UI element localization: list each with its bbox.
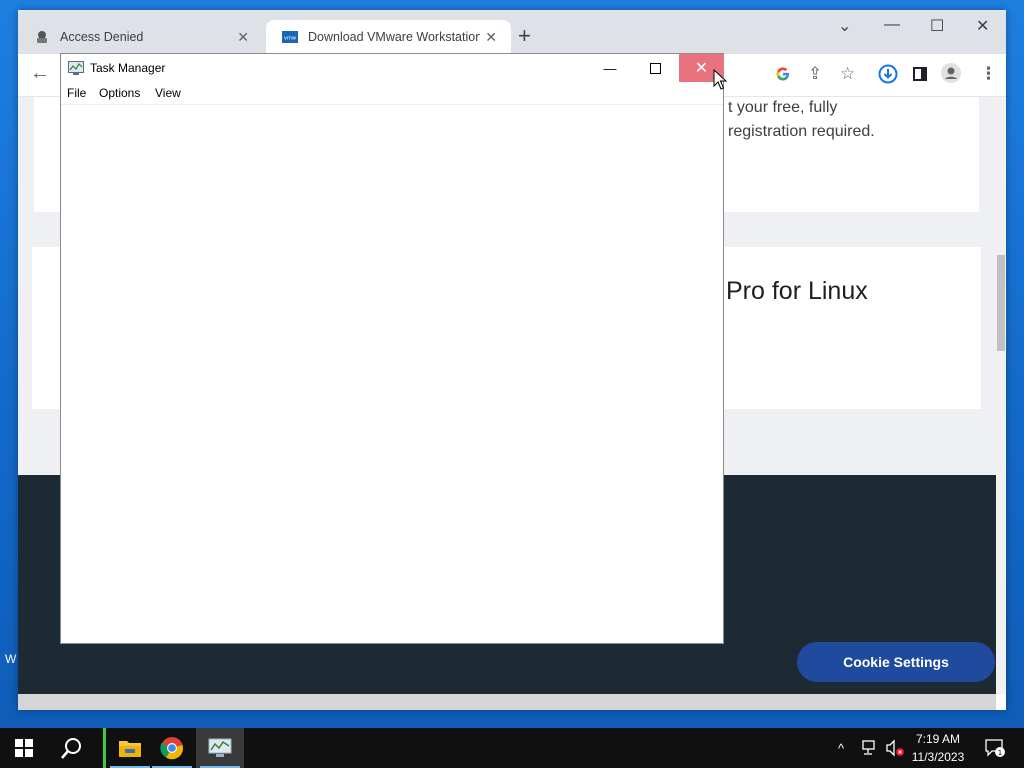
time-text: 7:19 AM bbox=[915, 732, 961, 746]
maximize-icon[interactable]: ☐ bbox=[930, 16, 944, 36]
product-title: Pro for Linux bbox=[726, 277, 868, 305]
chevron-down-icon[interactable]: ⌄ bbox=[838, 16, 851, 36]
tab-access-denied[interactable]: Access Denied ✕ bbox=[18, 20, 263, 54]
mouse-cursor-icon bbox=[713, 69, 727, 90]
chrome-button[interactable] bbox=[148, 728, 196, 768]
tab-close-icon[interactable]: ✕ bbox=[237, 29, 249, 46]
task-manager-icon bbox=[68, 61, 84, 75]
menu-file[interactable]: File bbox=[67, 86, 86, 100]
back-icon[interactable]: ← bbox=[30, 62, 50, 85]
plus-icon[interactable]: + bbox=[518, 23, 531, 49]
share-icon[interactable]: ⇪ bbox=[808, 64, 822, 84]
file-explorer-icon bbox=[119, 741, 141, 757]
volume-muted-icon[interactable] bbox=[885, 739, 905, 757]
search-icon bbox=[61, 738, 81, 759]
task-manager-icon bbox=[208, 738, 232, 757]
tab-close-icon[interactable]: ✕ bbox=[485, 29, 497, 46]
cookie-settings-button[interactable]: Cookie Settings bbox=[797, 642, 995, 682]
page-icon bbox=[37, 31, 47, 43]
window-title: Task Manager bbox=[90, 61, 166, 75]
tab-title: Download VMware Workstation P bbox=[308, 30, 480, 44]
svg-text:vmw: vmw bbox=[284, 36, 296, 42]
vmware-icon: vmw bbox=[282, 31, 298, 43]
profile-icon[interactable] bbox=[941, 63, 961, 83]
maximize-icon[interactable] bbox=[638, 54, 672, 82]
close-icon[interactable]: ✕ bbox=[976, 16, 989, 36]
tab-strip: Access Denied ✕ vmw Download VMware Work… bbox=[18, 10, 1006, 54]
notification-center[interactable]: 1 bbox=[982, 728, 1008, 768]
file-explorer-button[interactable] bbox=[106, 728, 154, 768]
network-icon[interactable] bbox=[862, 740, 880, 756]
show-hidden-icons[interactable]: ^ bbox=[838, 728, 844, 768]
tab-title: Access Denied bbox=[60, 30, 144, 44]
start-icon bbox=[15, 739, 33, 757]
menu-bar: File Options View bbox=[61, 82, 723, 105]
google-icon[interactable] bbox=[775, 66, 791, 82]
notification-icon: 1 bbox=[985, 739, 1005, 757]
card-text-line: t your free, fully bbox=[728, 99, 838, 116]
download-icon[interactable] bbox=[878, 64, 898, 84]
desktop-label: W bbox=[5, 652, 17, 666]
scrollbar-thumb[interactable] bbox=[997, 255, 1005, 351]
tab-vmware-download[interactable]: vmw Download VMware Workstation P ✕ bbox=[266, 20, 511, 54]
task-manager-window: Task Manager — ✕ File Options View bbox=[60, 53, 724, 644]
star-icon[interactable]: ☆ bbox=[840, 64, 855, 84]
title-bar[interactable]: Task Manager — ✕ bbox=[61, 54, 724, 82]
menu-icon[interactable]: ⋮ bbox=[980, 64, 997, 84]
search-button[interactable] bbox=[48, 728, 96, 768]
clock[interactable]: 7:19 AM 11/3/2023 bbox=[905, 730, 971, 766]
menu-options[interactable]: Options bbox=[99, 86, 140, 100]
date-text: 11/3/2023 bbox=[911, 750, 965, 764]
chrome-icon bbox=[160, 737, 184, 760]
start-button[interactable] bbox=[0, 728, 48, 768]
vertical-scrollbar[interactable] bbox=[996, 97, 1006, 694]
card-text-line: registration required. bbox=[728, 123, 875, 140]
minimize-icon[interactable]: — bbox=[884, 16, 900, 34]
task-manager-button[interactable] bbox=[196, 728, 244, 768]
sidepanel-icon[interactable] bbox=[913, 67, 927, 81]
notification-count: 1 bbox=[998, 749, 1002, 757]
minimize-icon[interactable]: — bbox=[593, 54, 627, 82]
menu-view[interactable]: View bbox=[155, 86, 181, 100]
taskbar: ^ 7:19 AM 11/3/2023 1 bbox=[0, 728, 1024, 768]
horizontal-scrollbar[interactable] bbox=[18, 694, 996, 710]
